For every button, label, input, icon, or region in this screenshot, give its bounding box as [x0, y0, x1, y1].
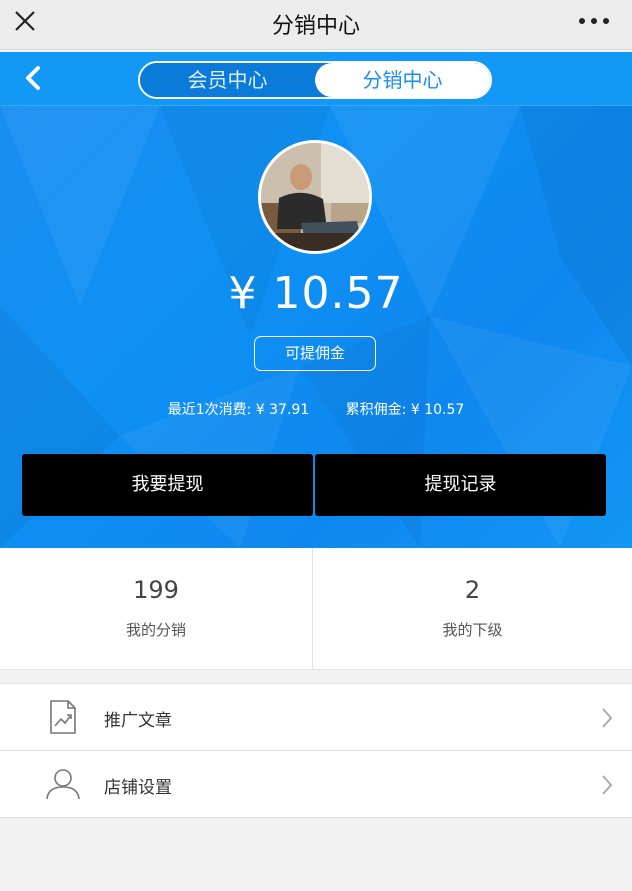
tab-member-center[interactable]: 会员中心 [140, 63, 315, 97]
stats-panel: 199 我的分销 2 我的下级 [0, 548, 632, 670]
my-subordinates-label: 我的下级 [442, 621, 503, 639]
page-title: 分销中心 [271, 14, 360, 39]
tab-distribution-center[interactable]: 分销中心 [315, 63, 490, 97]
hero-section: 会员中心 分销中心 ¥ 10.57 可提佣金 最近1次消费: ¥ 37.91 累… [0, 52, 632, 548]
withdraw-history-button[interactable]: 提现记录 [315, 454, 606, 516]
withdraw-button[interactable]: 我要提现 [22, 454, 313, 516]
my-distribution-label: 我的分销 [125, 621, 186, 639]
segmented-control: 会员中心 分销中心 [138, 61, 492, 99]
chevron-right-icon [602, 708, 613, 728]
last-spend-text: 最近1次消费: ¥ 37.91 [167, 402, 310, 418]
balance-amount: ¥ 10.57 [228, 268, 404, 319]
avatar [258, 140, 372, 254]
withdrawable-commission-badge: 可提佣金 [254, 336, 376, 371]
window-topbar: 分销中心 [0, 0, 632, 50]
document-chart-icon [50, 700, 76, 734]
more-icon[interactable] [578, 14, 610, 28]
avatar-photo [261, 143, 369, 251]
my-distribution-count: 199 [133, 576, 179, 604]
user-icon [46, 769, 80, 800]
total-commission-text: 累积佣金: ¥ 10.57 [345, 402, 465, 418]
my-distribution-stat[interactable]: 199 我的分销 [0, 548, 312, 670]
menu-item-label: 推广文章 [104, 711, 172, 731]
menu-item-store-settings[interactable]: 店铺设置 [0, 751, 632, 818]
action-buttons: 我要提现 提现记录 [22, 454, 606, 516]
my-subordinates-count: 2 [464, 576, 481, 604]
nav-bar: 会员中心 分销中心 [0, 52, 632, 106]
menu-list: 推广文章 店铺设置 [0, 683, 632, 818]
back-arrow-icon[interactable] [20, 64, 46, 92]
chevron-right-icon [602, 775, 613, 795]
menu-item-label: 店铺设置 [104, 778, 172, 798]
summary-line: 最近1次消费: ¥ 37.91 累积佣金: ¥ 10.57 [0, 399, 632, 419]
menu-item-promo-articles[interactable]: 推广文章 [0, 684, 632, 751]
my-subordinates-stat[interactable]: 2 我的下级 [313, 548, 632, 670]
